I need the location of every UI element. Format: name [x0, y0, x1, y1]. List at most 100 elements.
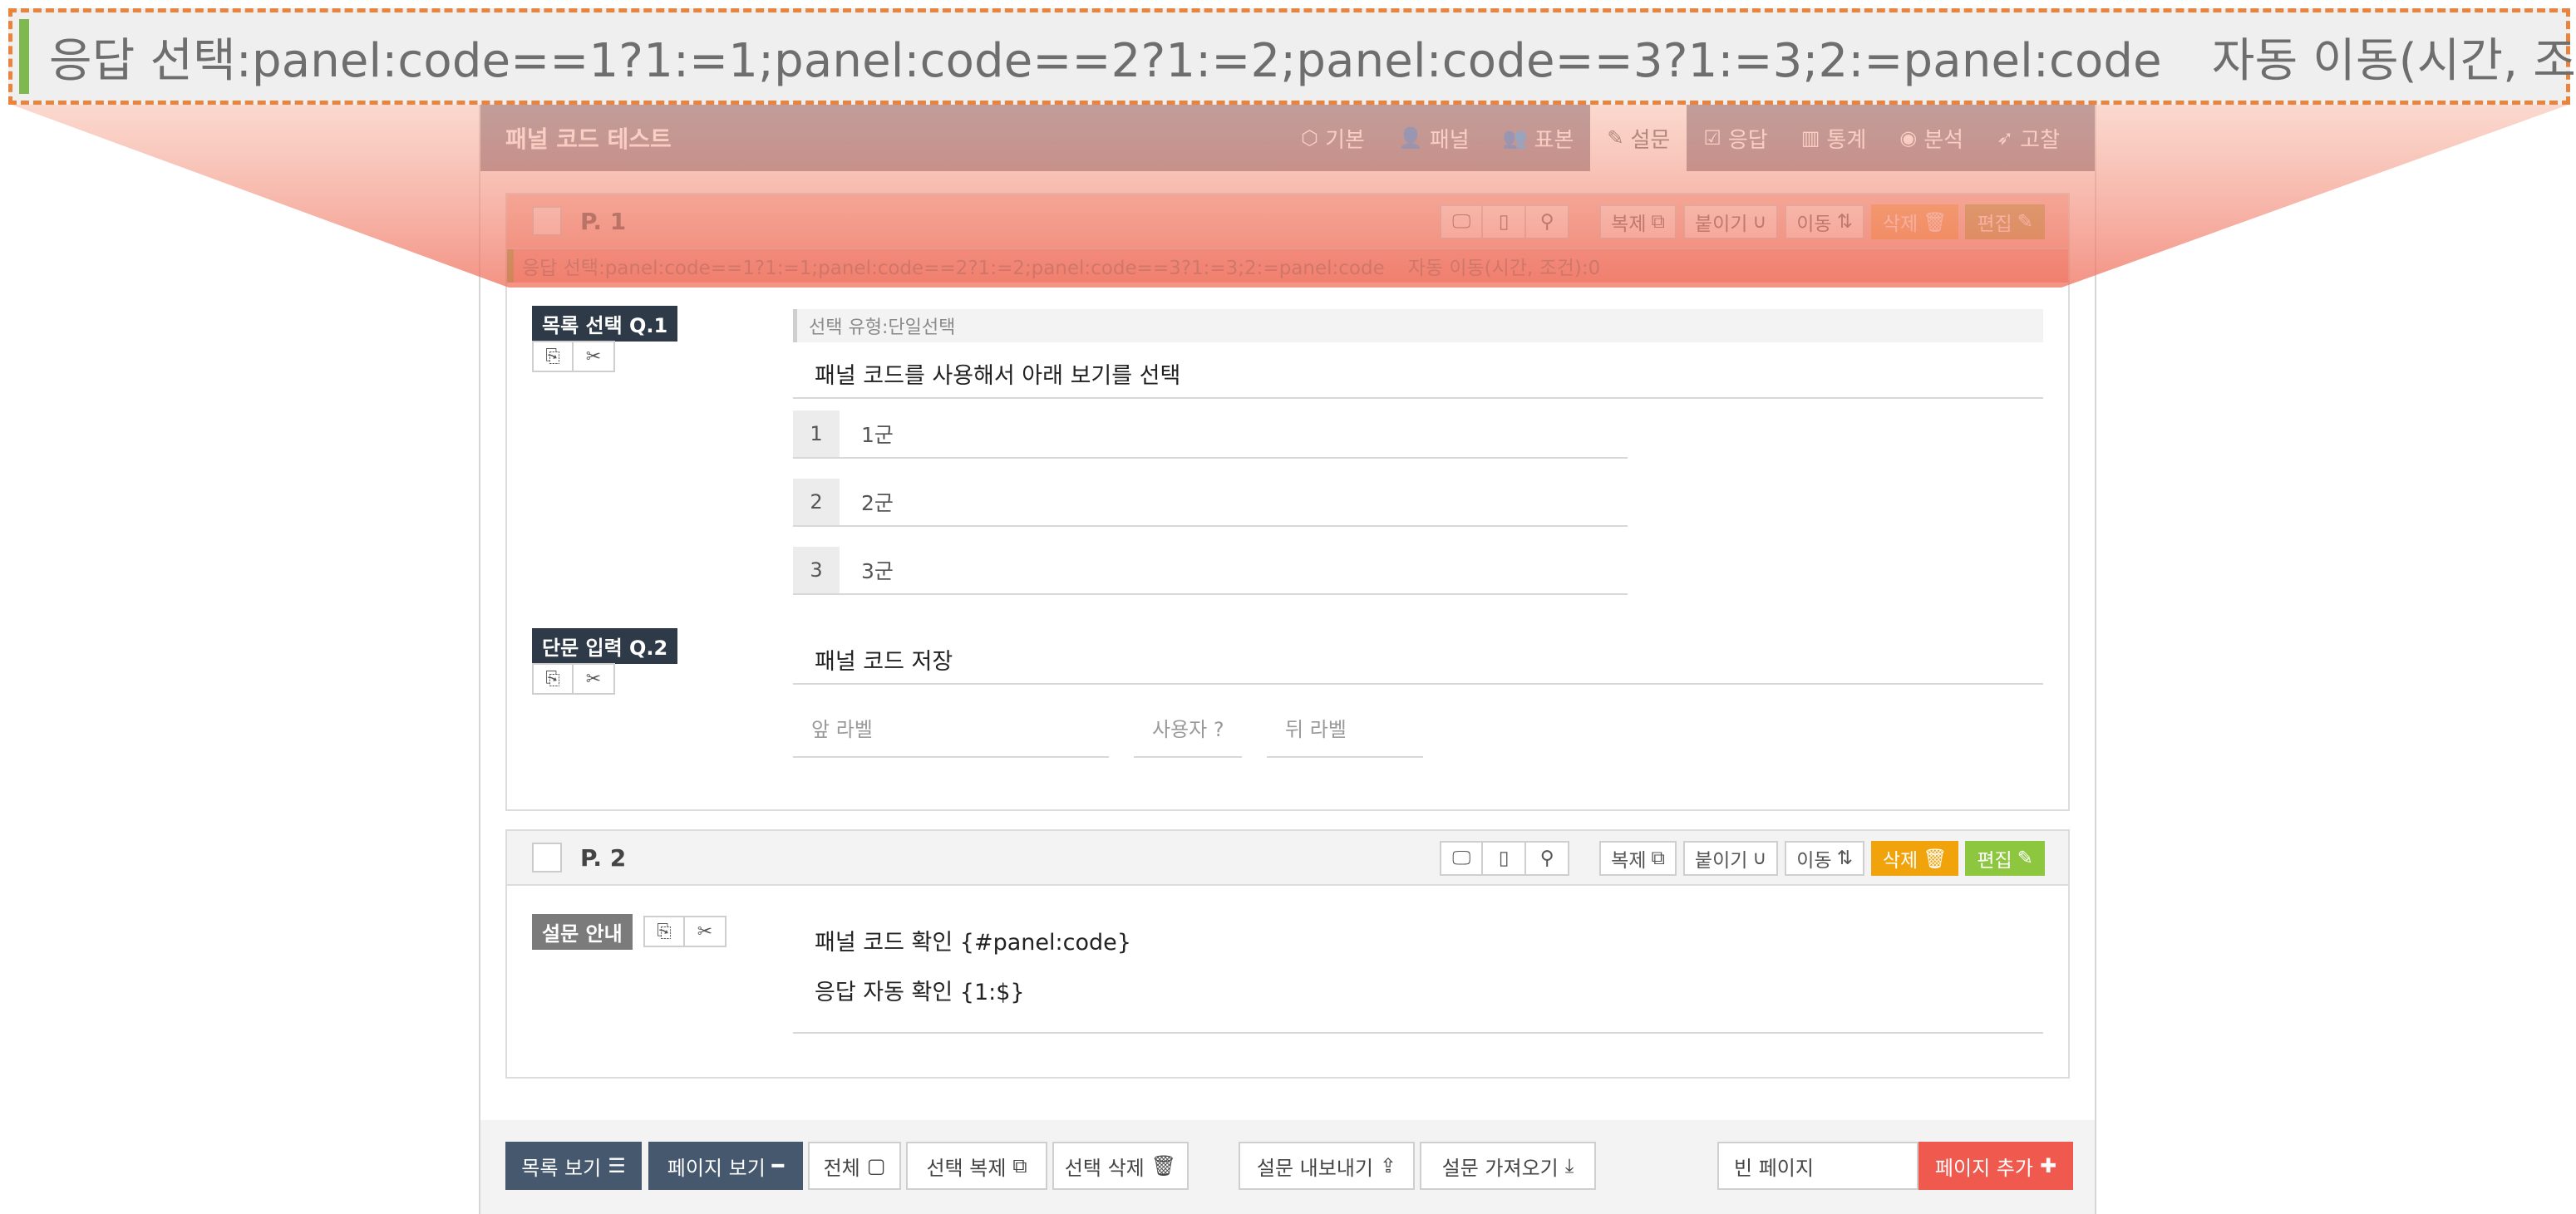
- bar-chart-icon: ▥: [1800, 126, 1820, 150]
- copy-icon: ⎘: [545, 346, 560, 367]
- page-copy-button[interactable]: 복제 ⧉: [1599, 204, 1677, 239]
- copy-icon: ⎘: [545, 668, 560, 690]
- callout-text: 응답 선택:panel:code==1?1:=1;panel:code==2?1…: [49, 33, 2576, 88]
- select-type: 선택 유형:단일선택: [793, 309, 2043, 342]
- intro-copy-button[interactable]: ⎘: [643, 916, 685, 947]
- page-card-2: P. 2 🖵 ▯ ⚲ 복제 ⧉ 붙이기 ∪ 이동 ⇅ 삭제 🗑 편집 ✎ 설문 안내: [505, 829, 2070, 1079]
- intro-line: 응답 자동 확인 {1:$}: [815, 980, 1025, 1005]
- mobile-view-button[interactable]: ▯: [1483, 204, 1527, 239]
- edit-icon: ✎: [2017, 211, 2033, 233]
- page-paste-button[interactable]: 붙이기 ∪: [1682, 204, 1779, 239]
- page-move-button[interactable]: 이동 ⇅: [1785, 841, 1864, 876]
- page-delete-button[interactable]: 삭제 🗑: [1870, 841, 1959, 876]
- page-card-1: P. 1 🖵 ▯ ⚲ 복제 ⧉ 붙이기 ∪ 이동 ⇅ 삭제 🗑 편집 ✎ 응답 선택:p: [505, 193, 2070, 811]
- option-item[interactable]: 2 2군: [793, 479, 1628, 527]
- page-header: P. 2 🖵 ▯ ⚲ 복제 ⧉ 붙이기 ∪ 이동 ⇅ 삭제 🗑 편집 ✎: [507, 831, 2068, 886]
- desktop-view-button[interactable]: 🖵: [1440, 841, 1484, 876]
- page-name: P. 1: [580, 207, 627, 235]
- select-all-button[interactable]: 전체 ▢: [808, 1142, 901, 1190]
- option-item[interactable]: 3 3군: [793, 547, 1628, 595]
- map-marker-icon: ⚲: [1539, 848, 1554, 869]
- survey-editor: 패널 코드 테스트 ⬡ 기본 👤 패널 👥 표본 ✎ 설문 ☑ 응답 ▥ 통계 ◉ 분석 ➶ 고…: [479, 105, 2096, 1214]
- plus-icon: ✚: [2039, 1154, 2057, 1177]
- page-header: P. 1 🖵 ▯ ⚲ 복제 ⧉ 붙이기 ∪ 이동 ⇅ 삭제 🗑 편집 ✎: [507, 194, 2068, 249]
- new-page-type-select[interactable]: 빈 페이지: [1717, 1142, 1918, 1190]
- import-survey-button[interactable]: 설문 가져오기 ⤓: [1420, 1142, 1596, 1190]
- question-cut-button[interactable]: ✂: [574, 663, 615, 695]
- tab-response[interactable]: ☑ 응답: [1687, 105, 1784, 171]
- question-label: 목록 선택 Q.1: [532, 306, 678, 342]
- page-tools: 🖵 ▯ ⚲ 복제 ⧉ 붙이기 ∪ 이동 ⇅ 삭제 🗑 편집 ✎: [1440, 204, 2045, 239]
- check-square-icon: ☑: [1703, 126, 1721, 150]
- location-button[interactable]: ⚲: [1526, 841, 1570, 876]
- tab-stats[interactable]: ▥ 통계: [1785, 105, 1884, 171]
- page-condition: 응답 선택:panel:code==1?1:=1;panel:code==2?1…: [507, 249, 2068, 283]
- tab-basic[interactable]: ⬡ 기본: [1284, 105, 1382, 171]
- mobile-icon: ▯: [1498, 211, 1510, 233]
- tab-survey[interactable]: ✎ 설문: [1590, 105, 1687, 171]
- trash-icon: 🗑: [1923, 848, 1948, 870]
- pencil-icon: ✎: [1607, 126, 1624, 150]
- back-label-input[interactable]: 뒤 라벨: [1267, 698, 1423, 758]
- location-button[interactable]: ⚲: [1526, 204, 1570, 239]
- page-edit-button[interactable]: 편집 ✎: [1965, 204, 2045, 239]
- page-select-checkbox[interactable]: [532, 843, 562, 872]
- user-icon: 👤: [1397, 126, 1423, 150]
- eye-icon: ◉: [1899, 126, 1918, 150]
- list-icon: ☰: [608, 1154, 626, 1177]
- top-nav: 패널 코드 테스트 ⬡ 기본 👤 패널 👥 표본 ✎ 설문 ☑ 응답 ▥ 통계 ◉ 분석 ➶ 고…: [480, 105, 2095, 171]
- users-icon: 👥: [1502, 126, 1528, 150]
- export-survey-button[interactable]: 설문 내보내기 ⇪: [1239, 1142, 1415, 1190]
- magnet-icon: ∪: [1752, 848, 1767, 869]
- survey-title: 패널 코드 테스트: [505, 125, 672, 153]
- question-text: 패널 코드 저장: [815, 649, 953, 675]
- intro-cut-button[interactable]: ✂: [685, 916, 727, 947]
- trash-icon: 🗑: [1150, 1154, 1177, 1177]
- tab-review[interactable]: ➶ 고찰: [1980, 105, 2076, 171]
- page-delete-button[interactable]: 삭제 🗑: [1870, 204, 1959, 239]
- divider: [793, 397, 2043, 399]
- question-label: 단문 입력 Q.2: [532, 628, 678, 664]
- page-copy-button[interactable]: 복제 ⧉: [1599, 841, 1677, 876]
- page-move-button[interactable]: 이동 ⇅: [1785, 204, 1864, 239]
- front-label-input[interactable]: 앞 라벨: [793, 698, 1109, 758]
- divider: [793, 1032, 2043, 1034]
- page-paste-button[interactable]: 붙이기 ∪: [1682, 841, 1779, 876]
- page-edit-button[interactable]: 편집 ✎: [1965, 841, 2045, 876]
- callout-accent: [19, 19, 29, 94]
- nav-tabs: ⬡ 기본 👤 패널 👥 표본 ✎ 설문 ☑ 응답 ▥ 통계 ◉ 분석 ➶ 고찰: [1284, 105, 2076, 171]
- rocket-icon: ➶: [1997, 126, 2014, 150]
- mobile-view-button[interactable]: ▯: [1483, 841, 1527, 876]
- desktop-icon: 🖵: [1452, 848, 1471, 869]
- page-list: P. 1 🖵 ▯ ⚲ 복제 ⧉ 붙이기 ∪ 이동 ⇅ 삭제 🗑 편집 ✎ 응답 선택:p: [480, 171, 2095, 1079]
- delete-selected-button[interactable]: 선택 삭제 🗑: [1052, 1142, 1189, 1190]
- copy-icon: ⧉: [1012, 1154, 1027, 1177]
- page-view-button[interactable]: 페이지 보기 ━: [648, 1142, 803, 1190]
- list-view-button[interactable]: 목록 보기 ☰: [505, 1142, 642, 1190]
- copy-icon: ⧉: [1651, 848, 1665, 869]
- divider: [793, 683, 2043, 685]
- desktop-view-button[interactable]: 🖵: [1440, 204, 1484, 239]
- tab-analysis[interactable]: ◉ 분석: [1883, 105, 1980, 171]
- scissors-icon: ✂: [585, 668, 602, 690]
- question-copy-button[interactable]: ⎘: [532, 341, 574, 372]
- question-copy-button[interactable]: ⎘: [532, 663, 574, 695]
- add-page-button[interactable]: 페이지 추가 ✚: [1918, 1142, 2073, 1190]
- intro-line: 패널 코드 확인 {#panel:code}: [815, 930, 1131, 956]
- scissors-icon: ✂: [697, 921, 713, 942]
- question-cut-button[interactable]: ✂: [574, 341, 615, 372]
- magnet-icon: ∪: [1752, 211, 1767, 233]
- question-tools: ⎘ ✂: [532, 341, 615, 372]
- user-input[interactable]: 사용자 ?: [1134, 698, 1242, 758]
- desktop-icon: 🖵: [1452, 211, 1471, 233]
- copy-selected-button[interactable]: 선택 복제 ⧉: [906, 1142, 1047, 1190]
- intro-label: 설문 안내: [532, 914, 633, 950]
- tab-sample[interactable]: 👥 표본: [1486, 105, 1591, 171]
- sort-icon: ⇅: [1836, 848, 1853, 869]
- page-select-checkbox[interactable]: [532, 206, 562, 236]
- page-name: P. 2: [580, 843, 627, 872]
- trash-icon: 🗑: [1923, 211, 1948, 233]
- option-item[interactable]: 1 1군: [793, 410, 1628, 459]
- bottom-toolbar: 목록 보기 ☰ 페이지 보기 ━ 전체 ▢ 선택 복제 ⧉ 선택 삭제 🗑 설문 내보내기…: [480, 1120, 2095, 1214]
- tab-panel[interactable]: 👤 패널: [1382, 105, 1486, 171]
